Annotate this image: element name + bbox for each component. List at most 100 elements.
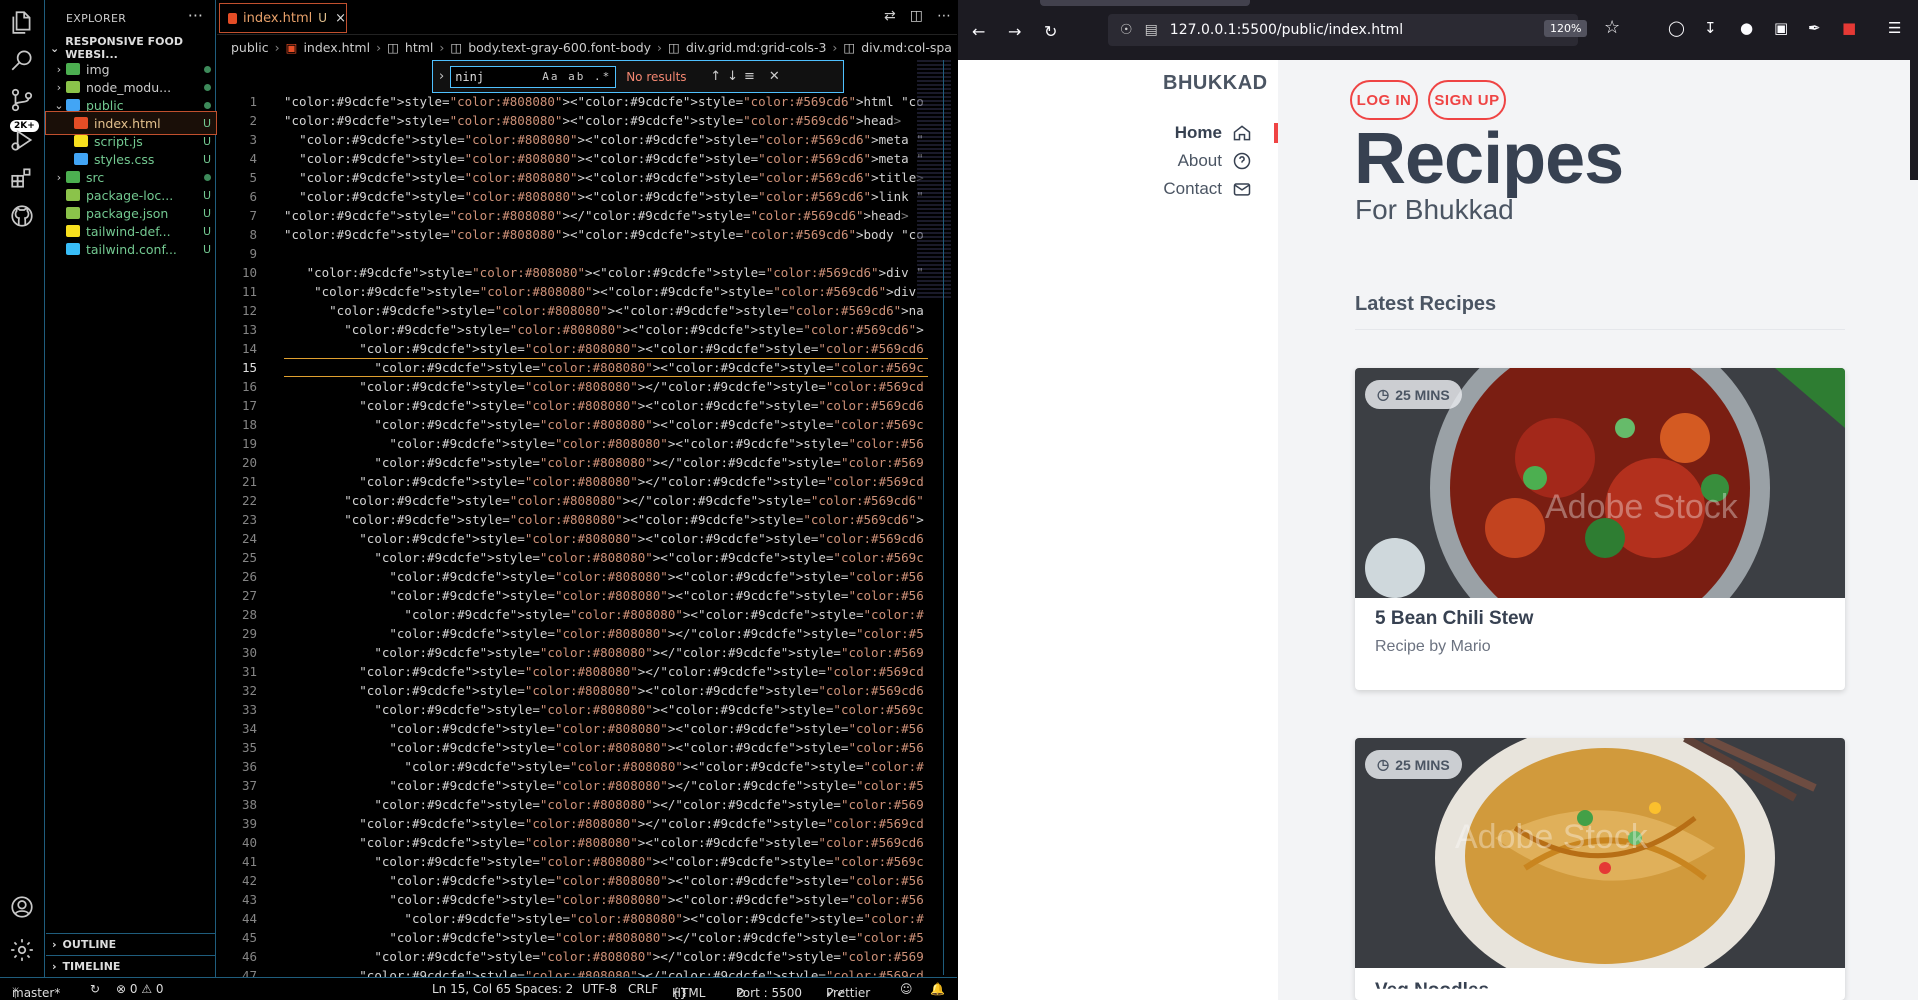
tab-index-html[interactable]: index.html U × — [219, 3, 347, 33]
code-line[interactable]: "color:#9cdcfe">style="color:#808080"><"… — [284, 567, 924, 586]
address-bar[interactable]: ☉ ▤ 127.0.0.1:5500/public/index.html — [1108, 14, 1578, 46]
explorer-more-button[interactable]: ··· — [188, 6, 203, 25]
code-line[interactable]: "color:#9cdcfe">style="color:#808080"><"… — [284, 871, 924, 890]
code-line[interactable]: "color:#9cdcfe">style="color:#808080"><"… — [284, 187, 924, 206]
browser-tab[interactable] — [1040, 0, 1250, 6]
nav-contact[interactable]: Contact — [958, 179, 1278, 199]
zoom-level[interactable]: 120% — [1544, 20, 1588, 37]
code-line[interactable]: "color:#9cdcfe">style="color:#808080"></… — [284, 472, 924, 491]
code-line[interactable]: "color:#9cdcfe">style="color:#808080"></… — [284, 795, 924, 814]
nav-about[interactable]: About — [958, 151, 1278, 171]
eyedropper-icon[interactable]: ✒ — [1808, 19, 1821, 37]
feedback-icon[interactable]: ☺ — [900, 982, 913, 996]
code-line[interactable]: "color:#9cdcfe">style="color:#808080"><"… — [284, 168, 924, 187]
code-line[interactable]: "color:#9cdcfe">style="color:#808080"></… — [284, 776, 924, 795]
code-line[interactable]: "color:#9cdcfe">style="color:#808080"><"… — [284, 757, 924, 776]
code-line[interactable]: "color:#9cdcfe">style="color:#808080"><"… — [284, 282, 924, 301]
code-line[interactable]: "color:#9cdcfe">style="color:#808080"><"… — [284, 909, 924, 928]
extension-icon[interactable]: ■ — [1842, 19, 1856, 37]
tree-item-tailwind-config[interactable]: tailwind.conf... U — [46, 238, 216, 260]
signup-button[interactable]: SIGN UP — [1428, 80, 1506, 120]
code-line[interactable]: "color:#9cdcfe">style="color:#808080"><"… — [284, 149, 924, 168]
bookmark-star-icon[interactable]: ☆ — [1604, 17, 1620, 38]
indentation[interactable]: Spaces: 2 — [515, 982, 573, 996]
extensions-icon[interactable] — [8, 164, 36, 192]
arrow-down-icon[interactable]: ↓ — [727, 69, 738, 84]
code-line[interactable]: "color:#9cdcfe">style="color:#808080"></… — [284, 624, 924, 643]
breadcrumb-item[interactable]: body.text-gray-600.font-body — [468, 40, 651, 55]
recipe-card[interactable]: Adobe Stock ◷ 25 MINS Veg Noodles — [1355, 738, 1845, 1000]
reload-icon[interactable]: ↻ — [1044, 22, 1057, 41]
problems-count[interactable]: ⊗ 0 ⚠ 0 — [116, 982, 164, 996]
recipe-title[interactable]: Veg Noodles — [1375, 980, 1489, 989]
code-line[interactable]: "color:#9cdcfe">style="color:#808080"><"… — [284, 586, 924, 605]
sync-icon[interactable]: ↻ — [90, 982, 100, 996]
code-line[interactable]: "color:#9cdcfe">style="color:#808080"></… — [284, 947, 924, 966]
find-input[interactable]: ninj Aa ab .* — [450, 65, 617, 88]
pocket-icon[interactable]: ◯ — [1668, 19, 1685, 37]
nav-home[interactable]: Home — [958, 123, 1278, 143]
code-line[interactable]: "color:#9cdcfe">style="color:#808080"><"… — [284, 529, 924, 548]
editor-scrollbar[interactable] — [943, 60, 955, 975]
chevron-right-icon[interactable]: › — [439, 69, 444, 84]
settings-gear-icon[interactable] — [8, 936, 36, 964]
back-arrow-icon[interactable]: ← — [972, 22, 985, 41]
code-line[interactable]: "color:#9cdcfe">style="color:#808080"><"… — [284, 738, 924, 757]
notifications-bell-icon[interactable]: 🔔 — [930, 982, 945, 996]
more-actions-icon[interactable]: ⋯ — [937, 8, 951, 24]
code-line[interactable]: "color:#9cdcfe">style="color:#808080"><"… — [284, 434, 924, 453]
close-icon[interactable]: ✕ — [769, 69, 780, 84]
breadcrumb-item[interactable]: div.grid.md:grid-cols-3 — [686, 40, 827, 55]
encoding[interactable]: UTF-8 — [582, 982, 617, 996]
code-line[interactable]: "color:#9cdcfe">style="color:#808080"><"… — [284, 700, 924, 719]
forward-arrow-icon[interactable]: → — [1008, 22, 1021, 41]
code-line[interactable]: "color:#9cdcfe">style="color:#808080"><"… — [284, 225, 924, 244]
code-line[interactable]: "color:#9cdcfe">style="color:#808080"><"… — [284, 833, 924, 852]
arrow-up-icon[interactable]: ↑ — [710, 69, 721, 84]
close-tab-icon[interactable]: × — [335, 11, 346, 26]
find-options[interactable]: Aa ab .* — [542, 70, 611, 83]
code-line[interactable]: "color:#9cdcfe">style="color:#808080"><"… — [284, 301, 924, 320]
code-line[interactable]: "color:#9cdcfe">style="color:#808080"></… — [284, 643, 924, 662]
split-editor-icon[interactable]: ◫ — [910, 8, 923, 24]
account-icon[interactable]: ● — [1740, 19, 1753, 37]
timeline-section[interactable]: › TIMELINE — [46, 955, 216, 976]
github-icon[interactable] — [8, 202, 36, 230]
code-line[interactable]: "color:#9cdcfe">style="color:#808080"><"… — [284, 415, 924, 434]
code-line[interactable]: "color:#9cdcfe">style="color:#808080"><"… — [284, 92, 924, 111]
code-line[interactable]: "color:#9cdcfe">style="color:#808080"></… — [284, 377, 924, 396]
code-line[interactable]: "color:#9cdcfe">style="color:#808080"><"… — [284, 681, 924, 700]
run-debug-icon[interactable] — [8, 126, 36, 154]
account-icon[interactable] — [8, 893, 36, 921]
code-line[interactable]: "color:#9cdcfe">style="color:#808080"><"… — [284, 320, 924, 339]
brand-logo[interactable]: BHUKKAD — [1163, 72, 1268, 95]
code-line[interactable]: "color:#9cdcfe">style="color:#808080"></… — [284, 814, 924, 833]
breadcrumb-item[interactable]: index.html — [303, 40, 370, 55]
code-content[interactable]: "color:#9cdcfe">style="color:#808080"><"… — [284, 92, 924, 985]
search-icon[interactable] — [8, 46, 36, 74]
code-line[interactable]: "color:#9cdcfe">style="color:#808080"></… — [284, 206, 924, 225]
code-line[interactable]: "color:#9cdcfe">style="color:#808080"><"… — [284, 263, 924, 282]
cursor-position[interactable]: Ln 15, Col 65 — [432, 982, 511, 996]
open-changes-icon[interactable]: ⇄ — [884, 8, 896, 24]
code-line[interactable]: "color:#9cdcfe">style="color:#808080"><"… — [284, 510, 924, 529]
code-line[interactable]: "color:#9cdcfe">style="color:#808080"></… — [284, 662, 924, 681]
code-line[interactable]: "color:#9cdcfe">style="color:#808080"><"… — [284, 339, 924, 358]
code-line[interactable]: "color:#9cdcfe">style="color:#808080"><"… — [284, 548, 924, 567]
shield-icon[interactable]: ☉ — [1120, 22, 1133, 38]
menu-icon[interactable]: ☰ — [1888, 19, 1901, 37]
login-button[interactable]: LOG IN — [1350, 80, 1418, 120]
code-line[interactable]: "color:#9cdcfe">style="color:#808080"></… — [284, 928, 924, 947]
code-line[interactable]: "color:#9cdcfe">style="color:#808080"><"… — [284, 719, 924, 738]
breadcrumb-item[interactable]: public — [231, 40, 269, 55]
page-scrollbar[interactable] — [1910, 60, 1918, 180]
files-icon[interactable] — [8, 8, 36, 36]
code-line[interactable]: "color:#9cdcfe">style="color:#808080"><"… — [284, 605, 924, 624]
screenshot-icon[interactable]: ▣ — [1774, 19, 1788, 37]
end-of-line[interactable]: CRLF — [628, 982, 658, 996]
code-line[interactable]: "color:#9cdcfe">style="color:#808080"><"… — [284, 852, 924, 871]
code-line[interactable]: "color:#9cdcfe">style="color:#808080"><"… — [284, 890, 924, 909]
recipe-title[interactable]: 5 Bean Chili Stew — [1375, 608, 1533, 630]
outline-section[interactable]: › OUTLINE — [46, 933, 216, 954]
code-line[interactable]: "color:#9cdcfe">style="color:#808080"><"… — [284, 358, 924, 377]
